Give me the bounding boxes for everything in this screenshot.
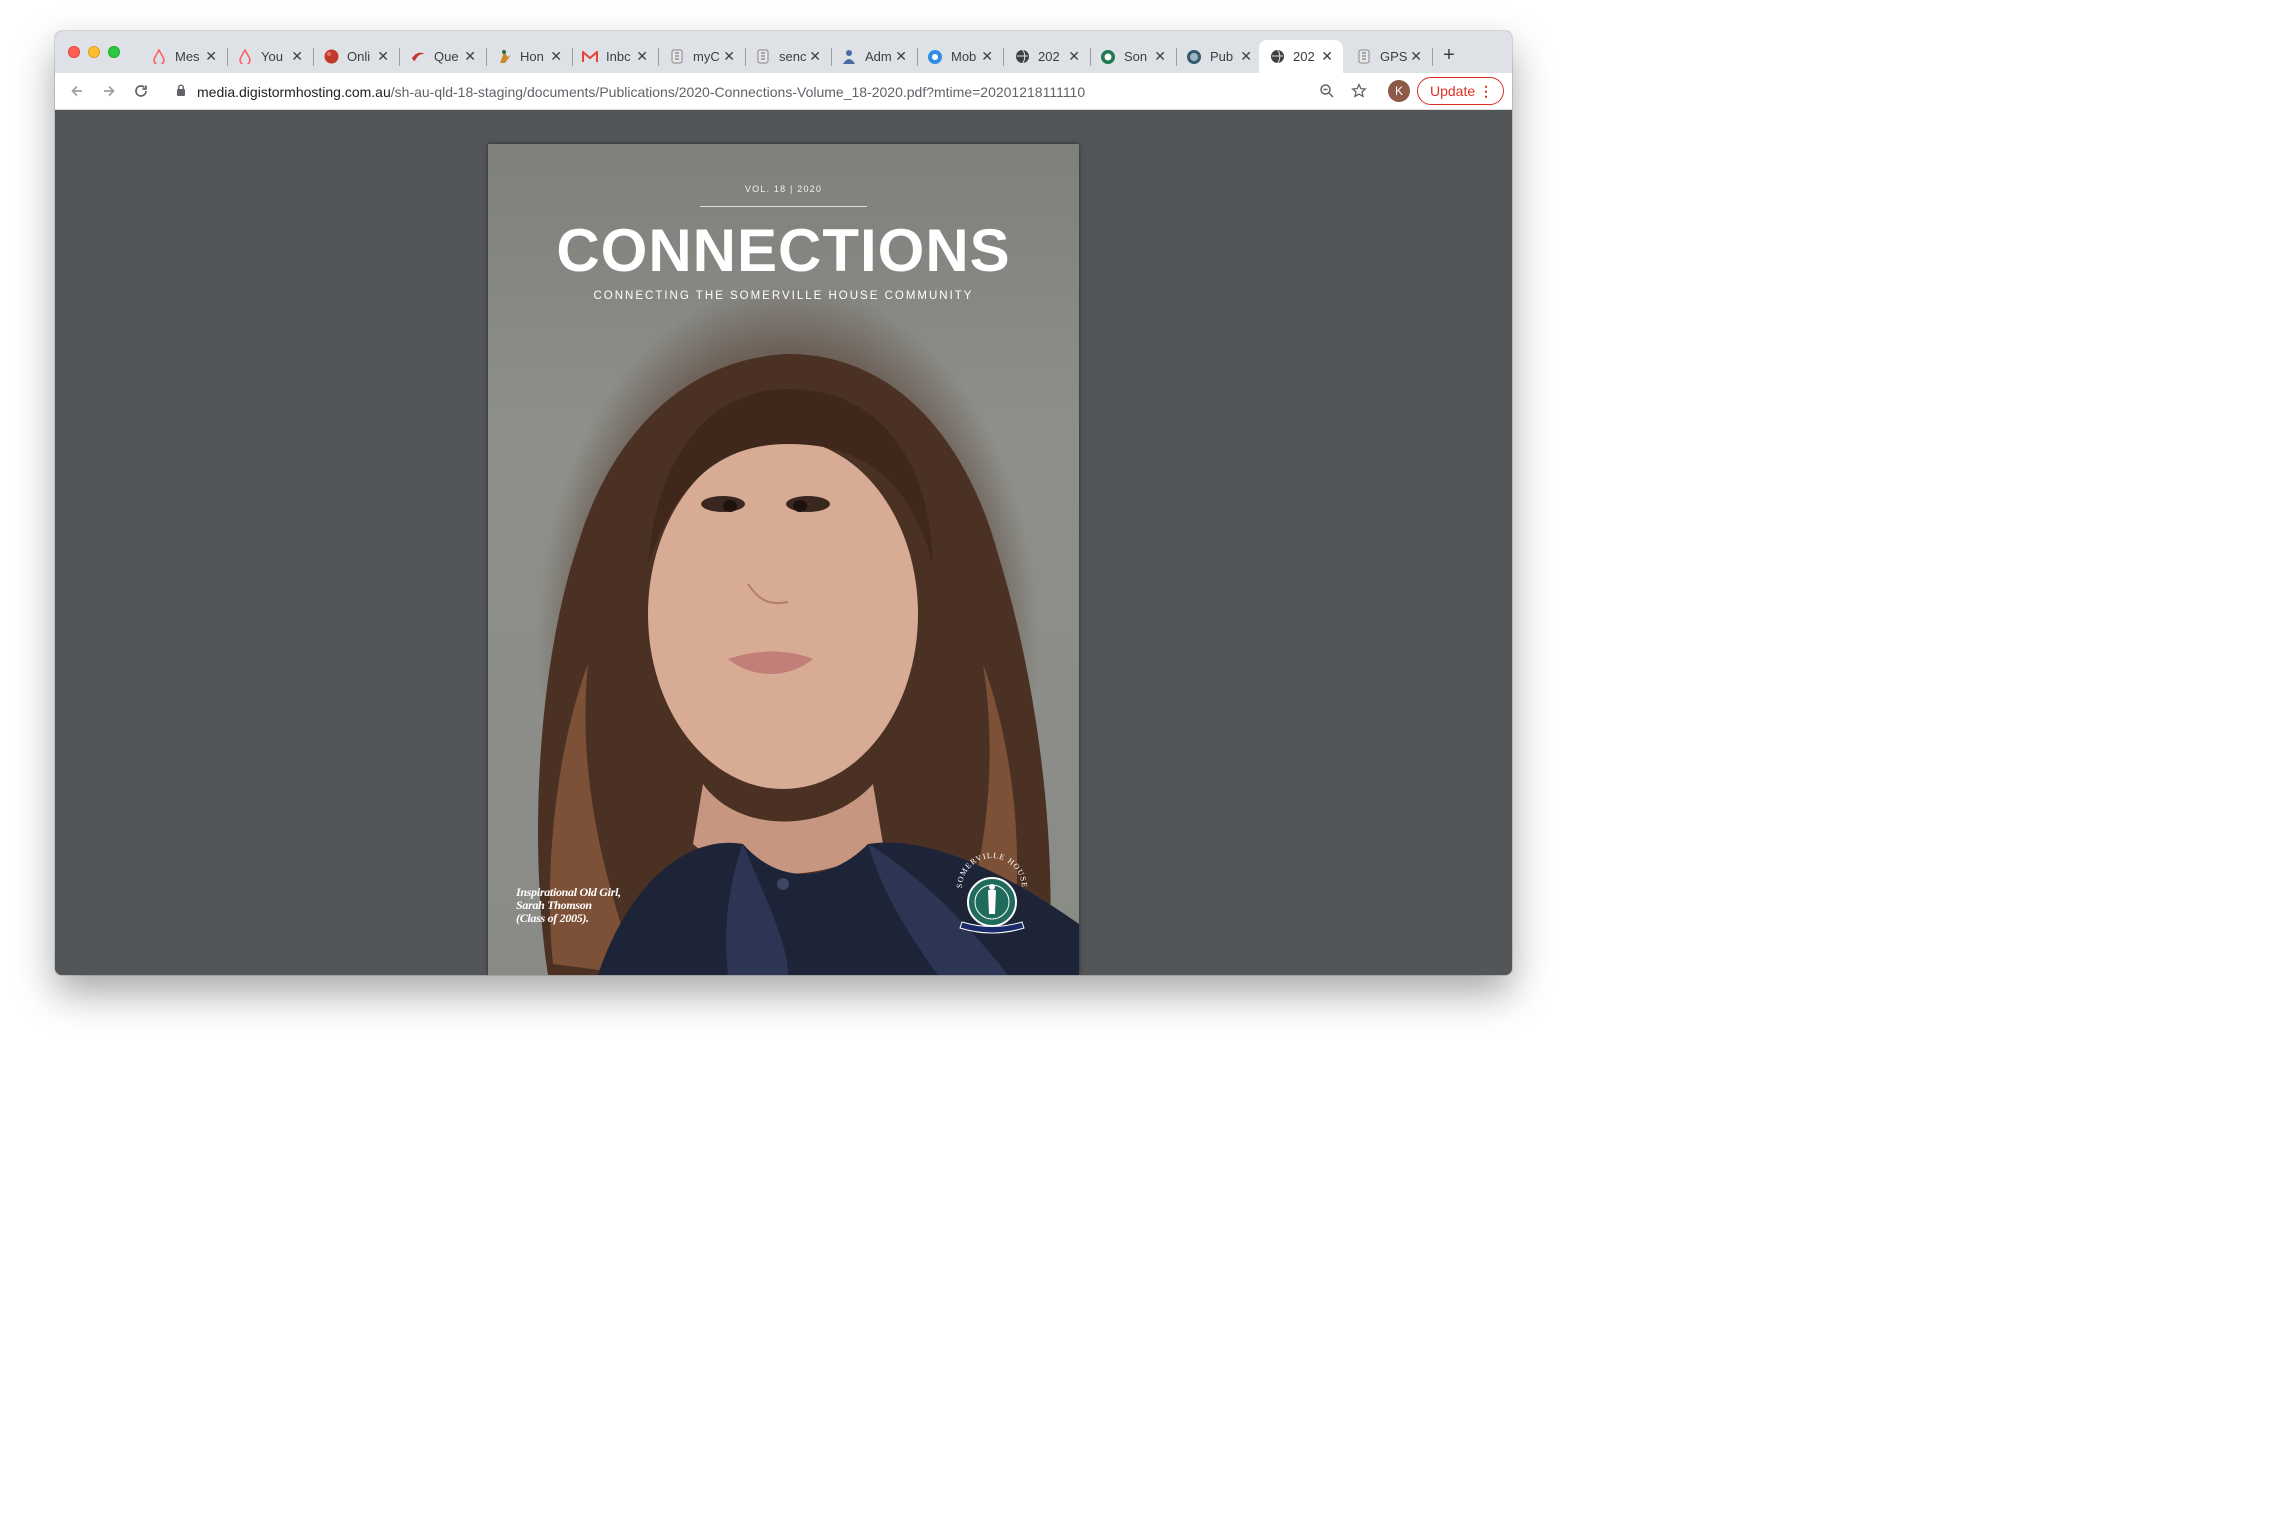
forward-arrow-icon xyxy=(104,85,115,97)
url-host: media.digistormhosting.com.au xyxy=(197,83,391,100)
browser-tab[interactable]: 202 ✕ xyxy=(1004,40,1091,73)
update-button[interactable]: Update ⋮ xyxy=(1417,77,1504,105)
tab-title: Que xyxy=(434,49,459,64)
bird-logo-icon xyxy=(496,49,512,65)
close-tab-icon[interactable]: ✕ xyxy=(1068,48,1080,65)
tab-strip: Mes ✕ You ✕ Onli ✕ Que ✕ Hon ✕ Inbc ✕ myC ✕ senc ✕ Adm ✕ M… xyxy=(55,31,1512,73)
close-tab-icon[interactable]: ✕ xyxy=(550,48,562,65)
browser-tab[interactable]: Onli ✕ xyxy=(313,40,400,73)
divider xyxy=(700,206,867,207)
browser-tab[interactable]: Pub ✕ xyxy=(1176,40,1263,73)
tab-title: Adm xyxy=(865,49,892,64)
close-tab-icon[interactable]: ✕ xyxy=(1321,48,1333,65)
close-tab-icon[interactable]: ✕ xyxy=(895,48,907,65)
browser-tab[interactable]: Adm ✕ xyxy=(831,40,918,73)
close-tab-icon[interactable]: ✕ xyxy=(636,48,648,65)
tab-title: GPS xyxy=(1380,49,1408,64)
browser-window: Mes ✕ You ✕ Onli ✕ Que ✕ Hon ✕ Inbc ✕ myC ✕ senc ✕ Adm ✕ M… xyxy=(55,31,1512,975)
reload-button[interactable] xyxy=(129,79,153,103)
url-path: /sh-au-qld-18-staging/documents/Publicat… xyxy=(390,83,1086,100)
person-logo-icon xyxy=(841,49,857,65)
more-menu-icon[interactable]: ⋮ xyxy=(1479,83,1493,100)
close-window-button[interactable] xyxy=(68,46,80,58)
lock-icon[interactable] xyxy=(173,83,189,101)
browser-tab[interactable]: Inbc ✕ xyxy=(572,40,659,73)
airbnb-icon xyxy=(237,49,253,65)
pdf-page: VOL. 18 | 2020 CONNECTIONS CONNECTING TH… xyxy=(488,144,1079,975)
close-tab-icon[interactable]: ✕ xyxy=(205,48,217,65)
bookmark-star-icon[interactable] xyxy=(1347,79,1371,103)
close-tab-icon[interactable]: ✕ xyxy=(377,48,389,65)
browser-tab[interactable]: GPS ✕ xyxy=(1346,40,1433,73)
crescent-logo-icon xyxy=(410,49,426,65)
tab-title: Hon xyxy=(520,49,544,64)
tab-title: myC xyxy=(693,49,720,64)
close-tab-icon[interactable]: ✕ xyxy=(981,48,993,65)
close-tab-icon[interactable]: ✕ xyxy=(1410,48,1422,65)
photo-caption: Inspirational Old Girl, Sarah Thomson (C… xyxy=(516,886,621,925)
tab-title: 202 xyxy=(1293,49,1315,64)
zoom-window-button[interactable] xyxy=(108,46,120,58)
tab-title: senc xyxy=(779,49,807,64)
seal-icon xyxy=(1186,49,1202,65)
close-tab-icon[interactable]: ✕ xyxy=(464,48,476,65)
browser-tab[interactable]: Mes ✕ xyxy=(141,40,228,73)
reload-icon xyxy=(135,85,147,97)
masthead-subtitle: CONNECTING THE SOMERVILLE HOUSE COMMUNIT… xyxy=(593,290,974,302)
pdf-viewer[interactable]: VOL. 18 | 2020 CONNECTIONS CONNECTING TH… xyxy=(55,110,1512,975)
address-bar[interactable]: media.digistormhosting.com.au/sh-au-qld-… xyxy=(163,77,1343,106)
close-tab-icon[interactable]: ✕ xyxy=(809,48,821,65)
tab-title: Onli xyxy=(347,49,371,64)
browser-tab[interactable]: myC ✕ xyxy=(659,40,746,73)
browser-tab[interactable]: You ✕ xyxy=(227,40,314,73)
browser-tab[interactable]: Son ✕ xyxy=(1090,40,1177,73)
close-tab-icon[interactable]: ✕ xyxy=(1154,48,1166,65)
crest-icon xyxy=(1356,49,1372,65)
tab-title: Son xyxy=(1124,49,1148,64)
globe-icon xyxy=(1014,49,1030,65)
green-circle-icon xyxy=(1100,49,1116,65)
crest-icon xyxy=(755,49,771,65)
volume-label: VOL. 18 | 2020 xyxy=(744,184,823,194)
avatar[interactable]: K xyxy=(1388,80,1410,102)
school-crest-logo: SOMERVILLE HOUSE xyxy=(955,852,1028,934)
browser-tab[interactable]: Que ✕ xyxy=(400,40,487,73)
gmail-icon xyxy=(582,49,598,65)
forward-button[interactable] xyxy=(97,79,121,103)
back-button[interactable] xyxy=(65,79,89,103)
close-tab-icon[interactable]: ✕ xyxy=(723,48,735,65)
url-text[interactable]: media.digistormhosting.com.au/sh-au-qld-… xyxy=(197,84,1085,100)
browser-tab[interactable]: senc ✕ xyxy=(745,40,832,73)
crest-icon xyxy=(669,49,685,65)
toolbar: media.digistormhosting.com.au/sh-au-qld-… xyxy=(55,73,1512,110)
close-tab-icon[interactable]: ✕ xyxy=(291,48,303,65)
tab-title: 202 xyxy=(1038,49,1060,64)
tab-title: Mob xyxy=(951,49,977,64)
tab-title: Pub xyxy=(1210,49,1234,64)
caption-line: (Class of 2005). xyxy=(516,911,589,925)
browser-tab[interactable]: 202 ✕ xyxy=(1259,40,1343,73)
masthead-title: CONNECTIONS xyxy=(556,217,1011,284)
minimize-window-button[interactable] xyxy=(88,46,100,58)
tab-title: Mes xyxy=(175,49,200,64)
blue-circle-icon xyxy=(927,49,943,65)
browser-tab[interactable]: Mob ✕ xyxy=(917,40,1004,73)
close-tab-icon[interactable]: ✕ xyxy=(1240,48,1252,65)
update-label: Update xyxy=(1430,83,1476,99)
red-ball-icon xyxy=(323,49,339,65)
tab-title: You xyxy=(261,49,283,64)
zoom-icon[interactable] xyxy=(1315,79,1339,103)
browser-tab[interactable]: Hon ✕ xyxy=(486,40,573,73)
airbnb-icon xyxy=(151,49,167,65)
back-arrow-icon xyxy=(71,85,82,97)
tab-separator xyxy=(1432,48,1433,66)
globe-icon xyxy=(1269,49,1285,65)
new-tab-button[interactable]: + xyxy=(1439,44,1459,67)
tab-title: Inbc xyxy=(606,49,631,64)
